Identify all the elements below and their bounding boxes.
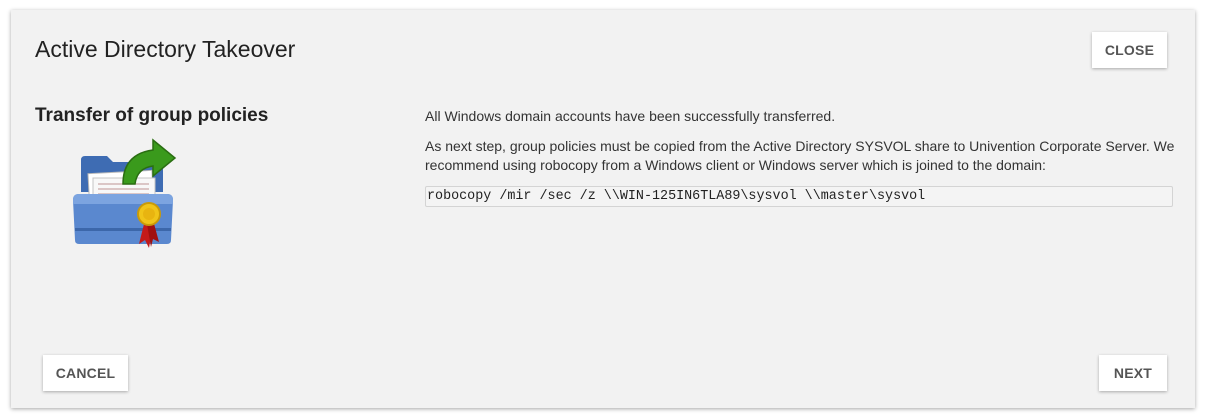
dialog-title: Active Directory Takeover: [35, 36, 296, 62]
close-button[interactable]: CLOSE: [1092, 32, 1167, 68]
step-heading: Transfer of group policies: [35, 105, 269, 126]
step-content: All Windows domain accounts have been su…: [425, 107, 1175, 207]
next-button[interactable]: NEXT: [1099, 355, 1167, 391]
success-message: All Windows domain accounts have been su…: [425, 108, 836, 124]
robocopy-command-field[interactable]: robocopy /mir /sec /z \\WIN-125IN6TLA89\…: [425, 186, 1173, 207]
folder-transfer-certificate-icon: [67, 132, 179, 255]
cancel-button[interactable]: CANCEL: [43, 355, 128, 391]
takeover-dialog: Active Directory Takeover CLOSE Transfer…: [11, 10, 1195, 408]
step-info-panel: Transfer of group policies: [35, 105, 335, 248]
instructions-text: As next step, group policies must be cop…: [425, 138, 1175, 173]
